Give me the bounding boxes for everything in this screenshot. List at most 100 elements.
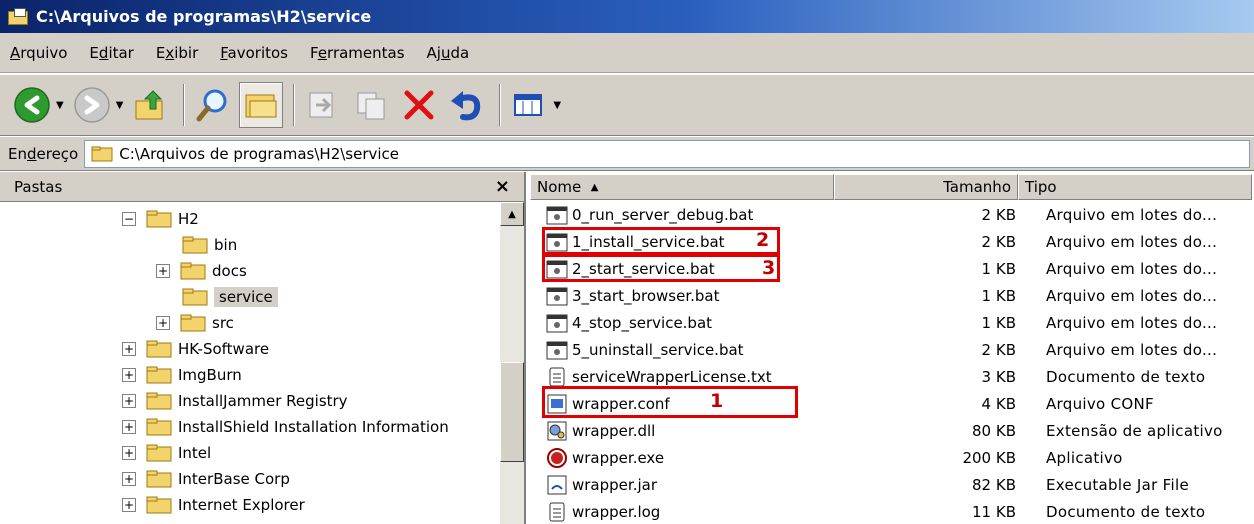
tree-item[interactable]: + HK-Software: [122, 336, 269, 362]
expand-icon[interactable]: +: [122, 420, 136, 434]
expand-icon[interactable]: +: [122, 368, 136, 382]
tree-item[interactable]: + ImgBurn: [122, 362, 242, 388]
folder-icon: [180, 314, 206, 332]
expand-icon[interactable]: +: [122, 446, 136, 460]
tree-item[interactable]: − H2: [122, 206, 199, 232]
folder-tree: − H2 bin + docs service + src + HK-Software + ImgBu…: [0, 202, 500, 524]
close-folders-pane-button[interactable]: ×: [495, 176, 510, 197]
tree-item[interactable]: + src: [156, 310, 234, 336]
forward-arrow-icon: [73, 87, 110, 123]
file-name: wrapper.dll: [572, 422, 656, 440]
file-type: Arquivo em lotes do...: [1046, 314, 1218, 332]
undo-button[interactable]: [445, 82, 489, 128]
back-button[interactable]: [10, 82, 54, 128]
tree-item-label: InstallJammer Registry: [178, 392, 348, 410]
expand-icon[interactable]: +: [122, 394, 136, 408]
folders-pane-title: Pastas: [14, 177, 63, 196]
expand-icon[interactable]: +: [156, 316, 170, 330]
file-name: 3_start_browser.bat: [572, 287, 720, 305]
tree-item[interactable]: + InterBase Corp: [122, 466, 290, 492]
expand-icon[interactable]: +: [122, 498, 136, 512]
file-row[interactable]: wrapper.jar 82 KB Executable Jar File: [530, 472, 1254, 498]
search-icon: [196, 89, 227, 122]
expand-icon[interactable]: +: [122, 472, 136, 486]
file-row[interactable]: 3_start_browser.bat 1 KB Arquivo em lotes …: [530, 283, 1254, 309]
title-bar: C:\Arquivos de programas\H2\service: [0, 0, 1254, 33]
batch-file-icon: [546, 314, 568, 333]
file-list-pane: Nome ▲ Tamanho Tipo 0_run_server_debug.b…: [530, 172, 1254, 524]
move-to-button[interactable]: [301, 82, 345, 128]
file-row[interactable]: wrapper.exe 200 KB Aplicativo: [530, 445, 1254, 471]
vertical-scrollbar[interactable]: ▲: [500, 202, 524, 524]
file-size: 3 KB: [981, 368, 1016, 386]
address-bar: Endereço C:\Arquivos de programas\H2\ser…: [0, 137, 1254, 171]
file-name: serviceWrapperLicense.txt: [572, 368, 772, 386]
file-row[interactable]: wrapper.dll 80 KB Extensão de aplicativo: [530, 418, 1254, 444]
folder-window-icon: [8, 7, 30, 26]
folder-icon: [146, 392, 172, 410]
search-button[interactable]: [191, 82, 235, 128]
folders-icon: [245, 94, 277, 118]
menu-editar[interactable]: Editar: [89, 44, 133, 62]
column-header-name[interactable]: Nome ▲: [530, 174, 834, 200]
expand-icon[interactable]: +: [122, 342, 136, 356]
file-row[interactable]: wrapper.log 11 KB Documento de texto: [530, 499, 1254, 524]
annotation-box-install: [542, 227, 780, 255]
tree-item[interactable]: + Intel: [122, 440, 211, 466]
tree-item-label: ImgBurn: [178, 366, 242, 384]
menu-favoritos[interactable]: Favoritos: [220, 44, 288, 62]
collapse-icon[interactable]: −: [122, 212, 136, 226]
copy-to-button[interactable]: [349, 82, 393, 128]
column-header-type[interactable]: Tipo: [1018, 174, 1252, 200]
file-name: wrapper.jar: [572, 476, 657, 494]
views-button[interactable]: [507, 82, 551, 128]
views-dropdown-icon[interactable]: ▼: [553, 100, 561, 111]
file-type: Arquivo em lotes do...: [1046, 233, 1218, 251]
tree-item[interactable]: + InstallJammer Registry: [122, 388, 348, 414]
delete-button[interactable]: [397, 82, 441, 128]
up-folder-button[interactable]: [129, 82, 173, 128]
toolbar-separator: [293, 84, 296, 126]
tree-item[interactable]: bin: [182, 232, 237, 258]
expand-icon[interactable]: +: [156, 264, 170, 278]
file-name: 5_uninstall_service.bat: [572, 341, 744, 359]
window-title: C:\Arquivos de programas\H2\service: [36, 7, 372, 26]
file-size: 1 KB: [981, 287, 1016, 305]
file-size: 11 KB: [972, 503, 1016, 521]
menu-exibir[interactable]: Exibir: [156, 44, 198, 62]
folder-icon: [91, 146, 113, 161]
toolbar-separator: [183, 84, 186, 126]
menu-ajuda[interactable]: Ajuda: [427, 44, 470, 62]
menu-arquivo[interactable]: Arquivo: [10, 44, 67, 62]
back-dropdown-icon[interactable]: ▼: [56, 100, 64, 111]
tree-item-label: InstallShield Installation Information: [178, 418, 449, 436]
scroll-thumb[interactable]: [500, 362, 524, 462]
tree-item[interactable]: + InstallShield Installation Information: [122, 414, 449, 440]
tree-item[interactable]: service: [182, 284, 278, 310]
move-to-icon: [309, 92, 333, 118]
file-row[interactable]: 0_run_server_debug.bat 2 KB Arquivo em lot…: [530, 202, 1254, 228]
annotation-number-conf: 1: [710, 390, 724, 412]
folders-button[interactable]: [239, 82, 284, 128]
folder-icon: [180, 262, 206, 280]
tree-item[interactable]: + Internet Explorer: [122, 492, 305, 518]
file-name: wrapper.exe: [572, 449, 665, 467]
menu-bar: Arquivo Editar Exibir Favoritos Ferramen…: [0, 33, 1254, 73]
menu-ferramentas[interactable]: Ferramentas: [310, 44, 405, 62]
forward-dropdown-icon[interactable]: ▼: [116, 100, 124, 111]
folder-icon: [146, 210, 172, 228]
address-input[interactable]: C:\Arquivos de programas\H2\service: [84, 139, 1250, 168]
folder-icon: [146, 470, 172, 488]
forward-button[interactable]: [70, 82, 114, 128]
file-type: Executable Jar File: [1046, 476, 1189, 494]
tree-item[interactable]: + docs: [156, 258, 247, 284]
column-header-size[interactable]: Tamanho: [834, 174, 1018, 200]
file-row[interactable]: 4_stop_service.bat 1 KB Arquivo em lotes d…: [530, 310, 1254, 336]
folders-pane-header: Pastas ×: [0, 172, 524, 202]
address-value: C:\Arquivos de programas\H2\service: [119, 144, 400, 163]
scroll-up-button[interactable]: ▲: [500, 202, 524, 226]
file-row[interactable]: 5_uninstall_service.bat 2 KB Arquivo em lo…: [530, 337, 1254, 363]
file-type: Documento de texto: [1046, 503, 1206, 521]
scroll-up-arrow-icon: ▲: [508, 208, 516, 220]
jar-file-icon: [547, 475, 567, 495]
